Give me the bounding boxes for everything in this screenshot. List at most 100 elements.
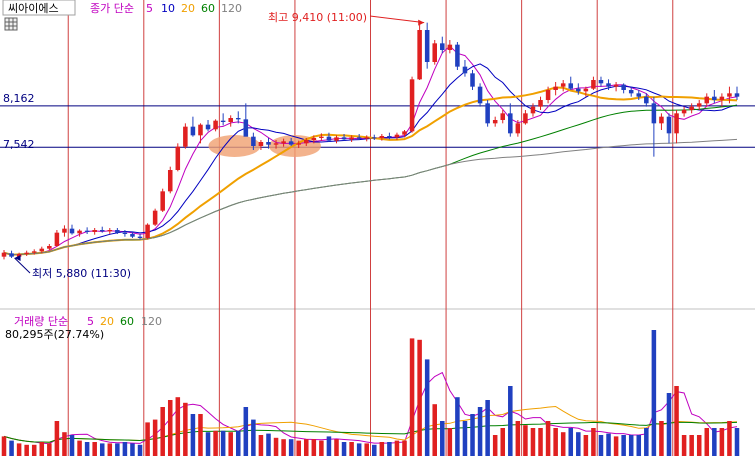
candle-body-33 <box>251 136 256 146</box>
volume-bar-66 <box>500 428 506 456</box>
high-marker-arrow <box>418 19 425 26</box>
lower-ref-label: 7,542 <box>3 138 35 151</box>
volume-bar-32 <box>243 407 249 456</box>
volume-bar-30 <box>228 432 233 456</box>
candle-body-28 <box>213 120 218 130</box>
candle-body-53 <box>402 131 407 135</box>
vol-ma-period-120: 120 <box>141 315 162 328</box>
candle-body-57 <box>432 43 437 62</box>
volume-bar-31 <box>235 430 241 456</box>
candle-body-36 <box>273 143 279 145</box>
volume-bar-59 <box>447 428 453 456</box>
candle-body-75 <box>568 83 574 89</box>
candle-body-64 <box>485 103 490 124</box>
volume-bar-37 <box>281 439 286 456</box>
candle-body-63 <box>477 86 483 104</box>
grid-icon[interactable] <box>4 17 18 31</box>
candle-body-10 <box>77 230 82 234</box>
volume-bar-8 <box>62 432 67 456</box>
candle-body-54 <box>409 79 415 132</box>
volume-bar-54 <box>409 338 415 456</box>
volume-readout: 80,295주(27.74%) <box>5 328 104 341</box>
candle-body-42 <box>319 136 324 138</box>
candle-body-6 <box>47 246 52 249</box>
volume-bar-20 <box>152 419 158 456</box>
candle-body-84 <box>636 93 642 97</box>
volume-bar-96 <box>727 421 732 456</box>
candle-body-58 <box>440 43 445 50</box>
volume-bar-0 <box>1 436 7 456</box>
volume-bar-77 <box>583 435 589 456</box>
volume-bar-93 <box>704 428 710 456</box>
candle-body-34 <box>258 142 264 146</box>
volume-bar-67 <box>508 386 513 456</box>
candle-body-55 <box>417 30 422 80</box>
candle-body-95 <box>719 96 725 100</box>
candle-body-21 <box>160 191 165 211</box>
volume-bar-79 <box>598 435 604 456</box>
volume-bar-35 <box>266 433 271 456</box>
candle-body-81 <box>613 84 619 87</box>
candle-body-18 <box>137 236 143 238</box>
volume-bar-74 <box>560 432 566 456</box>
candle-body-27 <box>205 124 211 130</box>
volume-bar-34 <box>258 435 264 456</box>
candle-body-0 <box>1 252 7 257</box>
candle-body-3 <box>24 252 29 254</box>
candle-body-93 <box>704 96 710 104</box>
candle-body-59 <box>447 44 453 50</box>
ma-period-60: 60 <box>201 2 215 15</box>
volume-bar-58 <box>440 421 445 456</box>
chart-window: 씨아이에스 종가 단순 5 10 20 60 120 8,162 7,542 최… <box>0 0 755 456</box>
volume-bar-50 <box>379 442 385 456</box>
candle-body-96 <box>727 93 732 97</box>
volume-bar-23 <box>175 397 181 456</box>
volume-bar-10 <box>77 440 82 456</box>
volume-bar-24 <box>183 402 188 456</box>
candle-body-39 <box>296 143 301 145</box>
candle-body-74 <box>560 83 566 87</box>
candle-body-94 <box>712 96 717 100</box>
volume-bar-83 <box>628 435 634 456</box>
volume-bar-72 <box>545 421 551 456</box>
candle-body-68 <box>515 123 521 134</box>
candle-body-29 <box>220 120 226 122</box>
volume-bar-91 <box>689 435 694 456</box>
candle-body-11 <box>84 230 90 232</box>
candle-body-89 <box>674 113 679 134</box>
volume-bar-92 <box>696 435 702 456</box>
stock-name[interactable]: 씨아이에스 <box>8 2 59 15</box>
volume-bar-56 <box>424 359 430 456</box>
candle-body-52 <box>394 134 400 138</box>
candle-body-67 <box>508 113 513 134</box>
price-ma-title: 종가 단순 <box>90 2 134 15</box>
volume-bar-53 <box>402 440 407 456</box>
volume-bar-60 <box>455 397 460 456</box>
volume-bar-69 <box>523 425 528 456</box>
volume-bar-48 <box>364 443 369 456</box>
candle-body-60 <box>455 44 460 67</box>
ma-period-5: 5 <box>146 2 153 15</box>
volume-bar-62 <box>470 414 475 456</box>
volume-bar-70 <box>530 428 536 456</box>
volume-bar-21 <box>160 407 165 456</box>
volume-bar-73 <box>553 428 558 456</box>
volume-bar-55 <box>417 339 422 456</box>
candle-body-8 <box>62 228 67 233</box>
volume-bar-89 <box>674 386 679 456</box>
volume-bar-43 <box>326 436 332 456</box>
volume-bar-29 <box>220 430 226 456</box>
volume-bar-27 <box>205 432 211 456</box>
candle-body-31 <box>235 118 241 120</box>
upper-ref-label: 8,162 <box>3 92 35 105</box>
volume-bar-33 <box>251 419 256 456</box>
volume-bar-18 <box>137 444 143 456</box>
candle-body-79 <box>598 80 604 84</box>
volume-bar-12 <box>92 442 97 456</box>
candle-body-90 <box>681 110 687 114</box>
volume-bar-15 <box>115 443 120 456</box>
candle-body-24 <box>183 126 188 147</box>
candle-body-22 <box>167 170 173 192</box>
candle-body-70 <box>530 106 536 114</box>
candle-body-66 <box>500 113 506 120</box>
